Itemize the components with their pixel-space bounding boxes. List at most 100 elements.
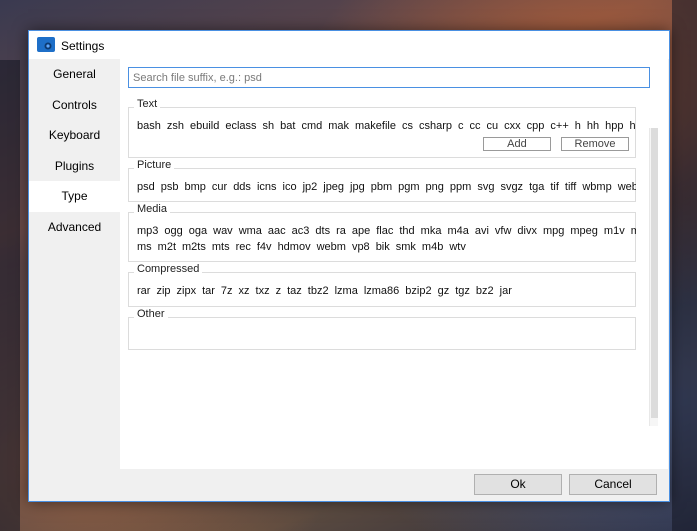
title-bar[interactable]: Settings <box>29 31 669 59</box>
sidebar-item-general[interactable]: General <box>29 59 120 90</box>
add-button[interactable]: Add <box>482 136 551 151</box>
remove-button[interactable]: Remove <box>561 136 629 151</box>
file-suffix-tag[interactable]: mak <box>328 120 349 132</box>
file-suffix-tag[interactable]: c++ <box>550 120 568 132</box>
file-suffix-tag[interactable]: hh <box>587 120 599 132</box>
vertical-scrollbar[interactable] <box>649 128 658 426</box>
file-suffix-tag[interactable]: cxx <box>504 120 521 132</box>
file-suffix-tag[interactable]: flac <box>376 225 393 237</box>
file-suffix-tag[interactable]: mp3 <box>137 225 158 237</box>
file-suffix-tag[interactable]: vfw <box>495 225 512 237</box>
file-suffix-tag[interactable]: gz <box>438 285 450 297</box>
file-suffix-tag[interactable]: jpg <box>350 181 365 193</box>
file-suffix-tag[interactable]: ape <box>352 225 370 237</box>
file-suffix-tag[interactable]: ico <box>283 181 297 193</box>
file-suffix-tag[interactable]: svgz <box>500 181 523 193</box>
file-suffix-tag[interactable]: rar <box>137 285 150 297</box>
file-suffix-tag[interactable]: h++ <box>629 120 636 132</box>
file-suffix-tag[interactable]: wav <box>213 225 233 237</box>
file-suffix-tag[interactable]: pgm <box>398 181 419 193</box>
file-suffix-tag[interactable]: cur <box>212 181 227 193</box>
file-suffix-tag[interactable]: tiff <box>565 181 576 193</box>
file-suffix-tag[interactable]: bmp <box>185 181 206 193</box>
file-suffix-tag[interactable]: bz2 <box>476 285 494 297</box>
file-suffix-tag[interactable]: 7z <box>221 285 233 297</box>
file-suffix-tag[interactable]: tif <box>550 181 559 193</box>
file-suffix-search-input[interactable] <box>128 67 650 88</box>
file-suffix-tag[interactable]: dds <box>233 181 251 193</box>
file-suffix-tag[interactable]: mka <box>421 225 442 237</box>
file-suffix-tag[interactable]: smk <box>396 241 416 253</box>
file-suffix-tag[interactable]: ra <box>336 225 346 237</box>
file-suffix-tag[interactable]: pbm <box>371 181 392 193</box>
cancel-button[interactable]: Cancel <box>569 474 657 495</box>
file-suffix-tag[interactable]: xz <box>239 285 250 297</box>
sidebar-item-type[interactable]: Type <box>29 181 120 212</box>
file-suffix-tag[interactable]: psd <box>137 181 155 193</box>
file-suffix-tag[interactable]: bash <box>137 120 161 132</box>
file-suffix-tag[interactable]: tbz2 <box>308 285 329 297</box>
file-suffix-tag[interactable]: m4a <box>447 225 468 237</box>
file-suffix-tag[interactable]: txz <box>256 285 270 297</box>
file-suffix-tag[interactable]: bik <box>376 241 390 253</box>
file-suffix-tag[interactable]: rec <box>236 241 251 253</box>
file-suffix-tag[interactable]: svg <box>477 181 494 193</box>
file-suffix-tag[interactable]: lzma86 <box>364 285 399 297</box>
file-suffix-tag[interactable]: bzip2 <box>405 285 431 297</box>
file-suffix-tag[interactable]: wma <box>239 225 262 237</box>
file-suffix-tag[interactable]: png <box>426 181 444 193</box>
file-suffix-tag[interactable]: m2ts <box>182 241 206 253</box>
file-suffix-tag[interactable]: vp8 <box>352 241 370 253</box>
file-suffix-tag[interactable]: jar <box>500 285 512 297</box>
file-suffix-tag[interactable]: tar <box>202 285 215 297</box>
file-suffix-tag[interactable]: psb <box>161 181 179 193</box>
file-suffix-tag[interactable]: h <box>575 120 581 132</box>
file-suffix-tag[interactable]: tga <box>529 181 544 193</box>
scrollbar-thumb[interactable] <box>651 128 658 418</box>
file-suffix-tag[interactable]: hdmov <box>278 241 311 253</box>
file-suffix-tag[interactable]: cu <box>487 120 499 132</box>
file-suffix-tag[interactable]: avi <box>475 225 489 237</box>
sidebar-item-controls[interactable]: Controls <box>29 90 120 121</box>
sidebar-item-plugins[interactable]: Plugins <box>29 151 120 182</box>
file-suffix-tag[interactable]: wtv <box>449 241 466 253</box>
file-suffix-tag[interactable]: m2v <box>631 225 636 237</box>
file-suffix-tag[interactable]: cmd <box>301 120 322 132</box>
file-suffix-tag[interactable]: taz <box>287 285 302 297</box>
file-suffix-tag[interactable]: zsh <box>167 120 184 132</box>
file-suffix-tag[interactable]: aac <box>268 225 286 237</box>
file-suffix-tag[interactable]: cpp <box>527 120 545 132</box>
file-suffix-tag[interactable]: jpeg <box>323 181 344 193</box>
file-suffix-tag[interactable]: zipx <box>177 285 197 297</box>
file-suffix-tag[interactable]: c <box>458 120 464 132</box>
file-suffix-tag[interactable]: thd <box>399 225 414 237</box>
sidebar-item-advanced[interactable]: Advanced <box>29 212 120 243</box>
ok-button[interactable]: Ok <box>474 474 562 495</box>
file-suffix-tag[interactable]: hpp <box>605 120 623 132</box>
file-suffix-tag[interactable]: oga <box>189 225 207 237</box>
sidebar-item-keyboard[interactable]: Keyboard <box>29 120 120 151</box>
file-suffix-tag[interactable]: ac3 <box>292 225 310 237</box>
file-suffix-tag[interactable]: jp2 <box>303 181 318 193</box>
file-suffix-tag[interactable]: wbmp <box>582 181 611 193</box>
file-suffix-tag[interactable]: z <box>276 285 282 297</box>
file-suffix-tag[interactable]: mpeg <box>570 225 598 237</box>
file-suffix-tag[interactable]: m1v <box>604 225 625 237</box>
file-suffix-tag[interactable]: mts <box>212 241 230 253</box>
file-suffix-tag[interactable]: dts <box>315 225 330 237</box>
file-suffix-tag[interactable]: m4b <box>422 241 443 253</box>
file-suffix-tag[interactable]: cs <box>402 120 413 132</box>
file-suffix-tag[interactable]: sh <box>263 120 275 132</box>
file-suffix-tag[interactable]: cc <box>470 120 481 132</box>
file-suffix-tag[interactable]: csharp <box>419 120 452 132</box>
file-suffix-tag[interactable]: ogg <box>164 225 182 237</box>
file-suffix-tag[interactable]: mpg <box>543 225 564 237</box>
file-suffix-tag[interactable]: webp <box>618 181 636 193</box>
file-suffix-tag[interactable]: bat <box>280 120 295 132</box>
file-suffix-tag[interactable]: tgz <box>455 285 470 297</box>
file-suffix-tag[interactable]: lzma <box>335 285 358 297</box>
file-suffix-tag[interactable]: eclass <box>225 120 256 132</box>
file-suffix-tag[interactable]: m2t <box>158 241 176 253</box>
file-suffix-tag[interactable]: makefile <box>355 120 396 132</box>
file-suffix-tag[interactable]: ppm <box>450 181 471 193</box>
